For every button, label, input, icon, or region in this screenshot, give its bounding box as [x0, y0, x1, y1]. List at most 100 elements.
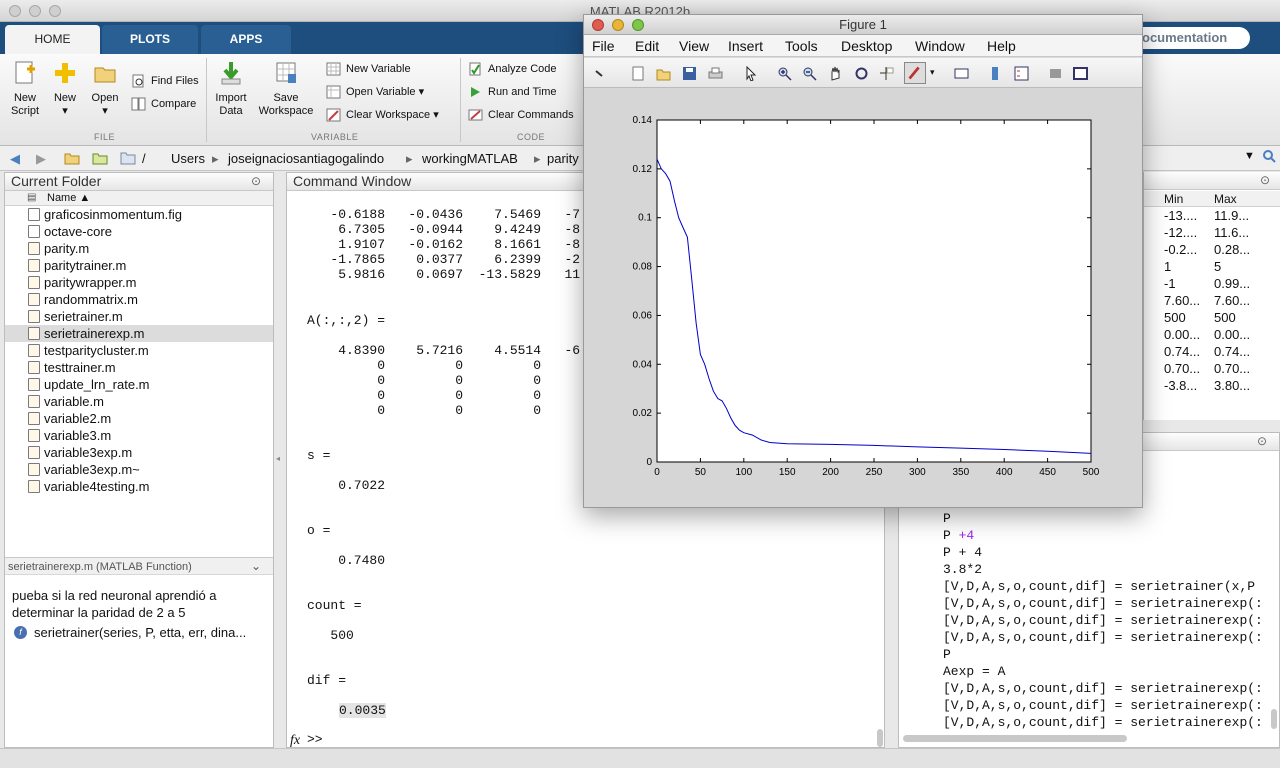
file-list-item[interactable]: serietrainerexp.m: [5, 325, 273, 342]
workspace-row[interactable]: -0.2... 0.28...: [1144, 242, 1280, 259]
file-list-item[interactable]: variable3exp.m~: [5, 461, 273, 478]
print-icon[interactable]: [708, 66, 723, 81]
up-folder-icon[interactable]: [64, 151, 80, 168]
open-file-icon[interactable]: [656, 66, 671, 81]
legend-icon[interactable]: [1014, 66, 1029, 81]
new-button[interactable]: New ▾: [48, 60, 82, 118]
new-figure-icon[interactable]: [630, 66, 645, 81]
chevron-down-icon[interactable]: ▾: [930, 67, 935, 78]
file-list-item[interactable]: randommatrix.m: [5, 291, 273, 308]
file-list-item[interactable]: variable4testing.m: [5, 478, 273, 495]
history-item[interactable]: 3.8*2: [943, 562, 982, 577]
menu-edit[interactable]: Edit: [635, 38, 659, 54]
file-list-item[interactable]: variable2.m: [5, 410, 273, 427]
search-icon[interactable]: [1262, 149, 1276, 166]
file-list-item[interactable]: graficosinmomentum.fig: [5, 206, 273, 223]
function-browser-icon[interactable]: fx: [290, 733, 300, 749]
menu-insert[interactable]: Insert: [728, 38, 763, 54]
zoom-out-icon[interactable]: [802, 66, 817, 81]
history-item[interactable]: Aexp = A: [943, 664, 1005, 679]
history-item[interactable]: [V,D,A,s,o,count,dif] = serietrainer(x,P: [943, 579, 1255, 594]
chevron-down-icon[interactable]: ▼: [1244, 150, 1255, 162]
vertical-scrollbar[interactable]: [1271, 709, 1277, 729]
rotate-3d-icon[interactable]: [854, 66, 869, 81]
file-list-item[interactable]: serietrainer.m: [5, 308, 273, 325]
pointer-icon[interactable]: [744, 66, 759, 81]
file-list-item[interactable]: variable3exp.m: [5, 444, 273, 461]
brush-icon[interactable]: [904, 62, 926, 84]
new-script-button[interactable]: New Script: [6, 60, 44, 118]
pan-hand-icon[interactable]: [828, 66, 843, 81]
history-item[interactable]: [V,D,A,s,o,count,dif] = serietrainerexp(…: [943, 698, 1263, 713]
close-figure-button[interactable]: [592, 19, 604, 31]
workspace-row[interactable]: -3.8... 3.80...: [1144, 378, 1280, 395]
file-list-item[interactable]: testtrainer.m: [5, 359, 273, 376]
open-variable-button[interactable]: Open Variable ▾: [326, 83, 424, 101]
zoom-in-icon[interactable]: [777, 66, 792, 81]
workspace-row[interactable]: 15: [1144, 259, 1280, 276]
forward-arrow-icon[interactable]: ▶: [36, 151, 46, 167]
colorbar-icon[interactable]: [988, 66, 1003, 81]
scrollbar[interactable]: [877, 729, 883, 747]
browse-folder-icon[interactable]: [92, 151, 108, 168]
history-item[interactable]: P + 4: [943, 545, 982, 560]
analyze-code-button[interactable]: Analyze Code: [468, 60, 557, 78]
breadcrumb-home[interactable]: joseignaciosantiagogalindo: [228, 151, 384, 166]
show-plot-tools-icon[interactable]: [1073, 66, 1088, 81]
tab-apps[interactable]: APPS: [201, 25, 291, 54]
save-workspace-button[interactable]: Save Workspace: [256, 60, 316, 118]
panel-menu-icon[interactable]: ⊙: [1257, 434, 1267, 448]
workspace-row[interactable]: 0.00... 0.00...: [1144, 327, 1280, 344]
history-item[interactable]: [V,D,A,s,o,count,dif] = serietrainerexp(…: [943, 630, 1263, 645]
splitter-arrow-icon[interactable]: ◂: [276, 454, 280, 463]
history-item[interactable]: [V,D,A,s,o,count,dif] = serietrainerexp(…: [943, 596, 1263, 611]
breadcrumb-root[interactable]: /: [142, 151, 146, 166]
menu-tools[interactable]: Tools: [785, 38, 818, 54]
breadcrumb-parity[interactable]: parity: [547, 151, 579, 166]
import-data-button[interactable]: Import Data: [212, 60, 250, 118]
menu-help[interactable]: Help: [987, 38, 1016, 54]
tab-home[interactable]: HOME: [5, 25, 100, 54]
file-list-item[interactable]: paritytrainer.m: [5, 257, 273, 274]
menu-desktop[interactable]: Desktop: [841, 38, 892, 54]
history-item[interactable]: [V,D,A,s,o,count,dif] = serietrainerexp(…: [943, 613, 1263, 628]
panel-menu-icon[interactable]: ⊙: [251, 174, 261, 188]
menu-view[interactable]: View: [679, 38, 709, 54]
zoom-figure-button[interactable]: [632, 19, 644, 31]
workspace-row[interactable]: 0.74... 0.74...: [1144, 344, 1280, 361]
breadcrumb-workingmatlab[interactable]: workingMATLAB: [422, 151, 518, 166]
horizontal-scrollbar[interactable]: [903, 735, 1127, 742]
workspace-row[interactable]: -12.... 11.6...: [1144, 225, 1280, 242]
menu-file[interactable]: File: [592, 38, 615, 54]
file-list-item[interactable]: octave-core: [5, 223, 273, 240]
new-variable-button[interactable]: New Variable: [326, 60, 411, 78]
menu-window[interactable]: Window: [915, 38, 965, 54]
workspace-row[interactable]: -13.... 11.9...: [1144, 208, 1280, 225]
file-list-item[interactable]: variable3.m: [5, 427, 273, 444]
details-header[interactable]: serietrainerexp.m (MATLAB Function) ⌄: [5, 557, 273, 575]
history-item[interactable]: P: [943, 511, 951, 526]
folder-column-header[interactable]: ▤ Name ▲: [5, 191, 273, 206]
workspace-row[interactable]: -1 0.99...: [1144, 276, 1280, 293]
back-arrow-icon[interactable]: ◀: [10, 151, 20, 167]
panel-menu-icon[interactable]: ⊙: [1260, 173, 1270, 187]
search-documentation-input[interactable]: ocumentation: [1132, 27, 1250, 49]
command-prompt[interactable]: >>: [307, 732, 323, 747]
clear-commands-button[interactable]: Clear Commands: [468, 106, 574, 124]
workspace-row[interactable]: 500 500: [1144, 310, 1280, 327]
minimize-figure-button[interactable]: [612, 19, 624, 31]
file-list-item[interactable]: update_lrn_rate.m: [5, 376, 273, 393]
compare-button[interactable]: Compare: [131, 95, 196, 113]
history-item[interactable]: [V,D,A,s,o,count,dif] = serietrainerexp(…: [943, 681, 1263, 696]
history-item[interactable]: [V,D,A,s,o,count,dif] = serietrainerexp(…: [943, 715, 1263, 730]
link-plot-icon[interactable]: [954, 66, 969, 81]
open-button[interactable]: Open ▾: [88, 60, 122, 118]
data-cursor-icon[interactable]: [879, 66, 894, 81]
file-list-item[interactable]: testparitycluster.m: [5, 342, 273, 359]
run-and-time-button[interactable]: Run and Time: [468, 83, 556, 101]
clear-workspace-button[interactable]: Clear Workspace ▾: [326, 106, 439, 124]
file-list-item[interactable]: paritywrapper.m: [5, 274, 273, 291]
hide-plot-tools-icon[interactable]: [1048, 66, 1063, 81]
breadcrumb-users[interactable]: Users: [171, 151, 205, 166]
dock-icon[interactable]: [592, 66, 607, 81]
